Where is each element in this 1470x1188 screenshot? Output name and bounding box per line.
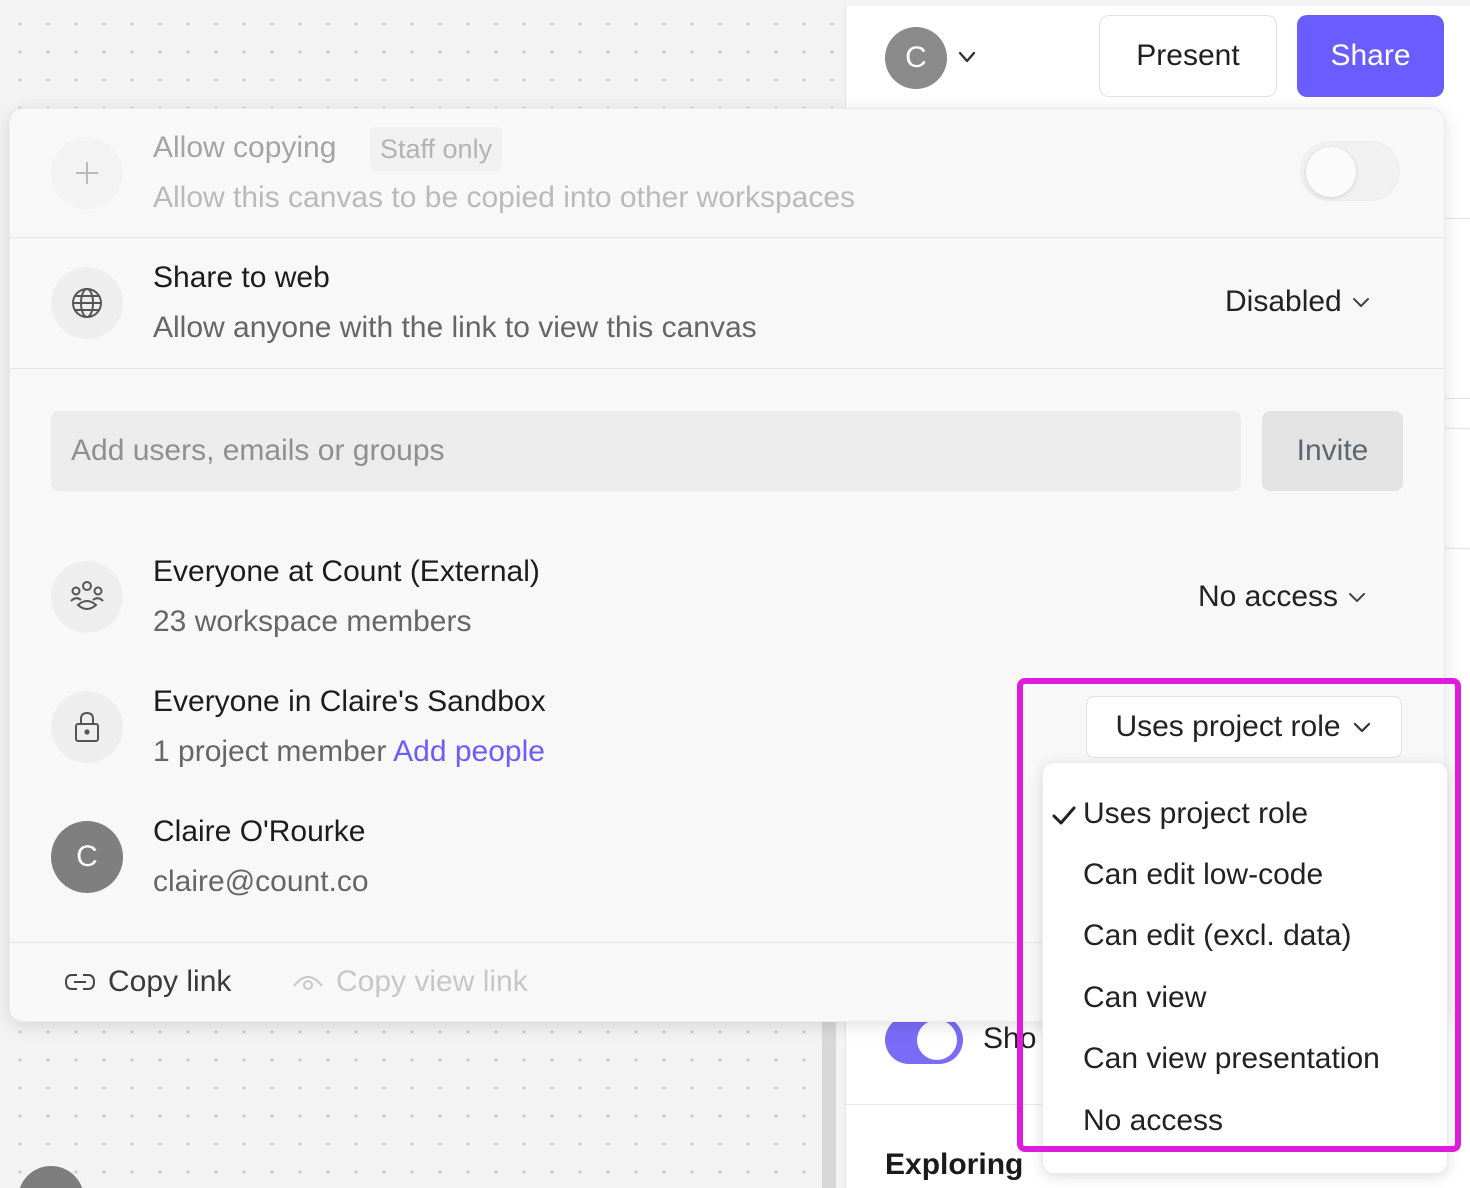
member-detail: 23 workspace members [153, 605, 472, 638]
divider [1445, 398, 1470, 399]
share-button[interactable]: Share [1297, 15, 1444, 97]
copy-view-link-button[interactable]: Copy view link [292, 965, 528, 999]
member-name: Everyone at Count (External) [153, 555, 540, 588]
present-button[interactable]: Present [1099, 15, 1277, 97]
member-email: claire@count.co [153, 865, 369, 898]
divider [10, 368, 1444, 369]
copy-link-label: Copy link [108, 965, 232, 998]
divider [1445, 218, 1470, 219]
share-to-web-title: Share to web [153, 261, 330, 294]
toggle-knob [1306, 147, 1356, 197]
role-option[interactable]: Can edit (excl. data) [1083, 919, 1351, 953]
exploring-heading: Exploring [885, 1148, 1024, 1181]
divider [10, 237, 1444, 238]
role-option[interactable]: Can view presentation [1083, 1042, 1380, 1076]
add-people-link[interactable]: Add people [393, 735, 545, 768]
role-option[interactable]: Can view [1083, 981, 1206, 1015]
copy-link-button[interactable]: Copy link [64, 965, 231, 999]
member-detail-row: 1 project member Add people [153, 735, 545, 769]
share-to-web-select[interactable]: Disabled [1225, 285, 1372, 319]
chevron-down-icon [1352, 298, 1369, 307]
user-avatar-button[interactable]: C [885, 27, 947, 89]
avatar: C [51, 821, 123, 893]
allow-copying-title: Allow copying [153, 131, 337, 164]
role-dropdown-menu: Uses project role Can edit low-code Can … [1042, 762, 1448, 1174]
show-label: Sho [983, 1022, 1037, 1055]
plus-icon [51, 137, 123, 209]
link-icon [64, 974, 96, 990]
divider [845, 1104, 1045, 1105]
divider [1445, 548, 1470, 549]
globe-icon [51, 267, 123, 339]
role-option[interactable]: Uses project role [1083, 797, 1308, 831]
chevron-down-icon [1349, 593, 1366, 602]
toggle-knob [917, 1020, 957, 1060]
lock-icon [51, 691, 123, 763]
invite-input[interactable] [51, 411, 1241, 491]
role-select[interactable]: Uses project role [1086, 696, 1402, 758]
member-access-value: No access [1198, 580, 1339, 613]
member-detail: 1 project member [153, 735, 387, 768]
divider [1445, 428, 1470, 429]
group-icon [51, 561, 123, 633]
role-option[interactable]: Can edit low-code [1083, 858, 1323, 892]
invite-button[interactable]: Invite [1262, 411, 1403, 491]
share-to-web-value: Disabled [1225, 285, 1342, 318]
copy-view-link-label: Copy view link [336, 965, 528, 998]
role-select-value: Uses project role [1115, 710, 1341, 743]
member-name: Claire O'Rourke [153, 815, 366, 848]
check-icon [1052, 806, 1076, 825]
share-to-web-subtitle: Allow anyone with the link to view this … [153, 311, 757, 344]
eye-icon [293, 976, 323, 990]
allow-copying-subtitle: Allow this canvas to be copied into othe… [153, 181, 856, 214]
staff-only-badge: Staff only [370, 127, 503, 171]
member-access-select[interactable]: No access [1198, 580, 1368, 614]
role-option[interactable]: No access [1083, 1104, 1223, 1138]
panel-divider[interactable] [822, 1020, 836, 1188]
avatar[interactable] [18, 1166, 84, 1188]
member-name: Everyone in Claire's Sandbox [153, 685, 546, 718]
chevron-down-icon[interactable] [956, 46, 978, 68]
chevron-down-icon [1353, 722, 1370, 733]
